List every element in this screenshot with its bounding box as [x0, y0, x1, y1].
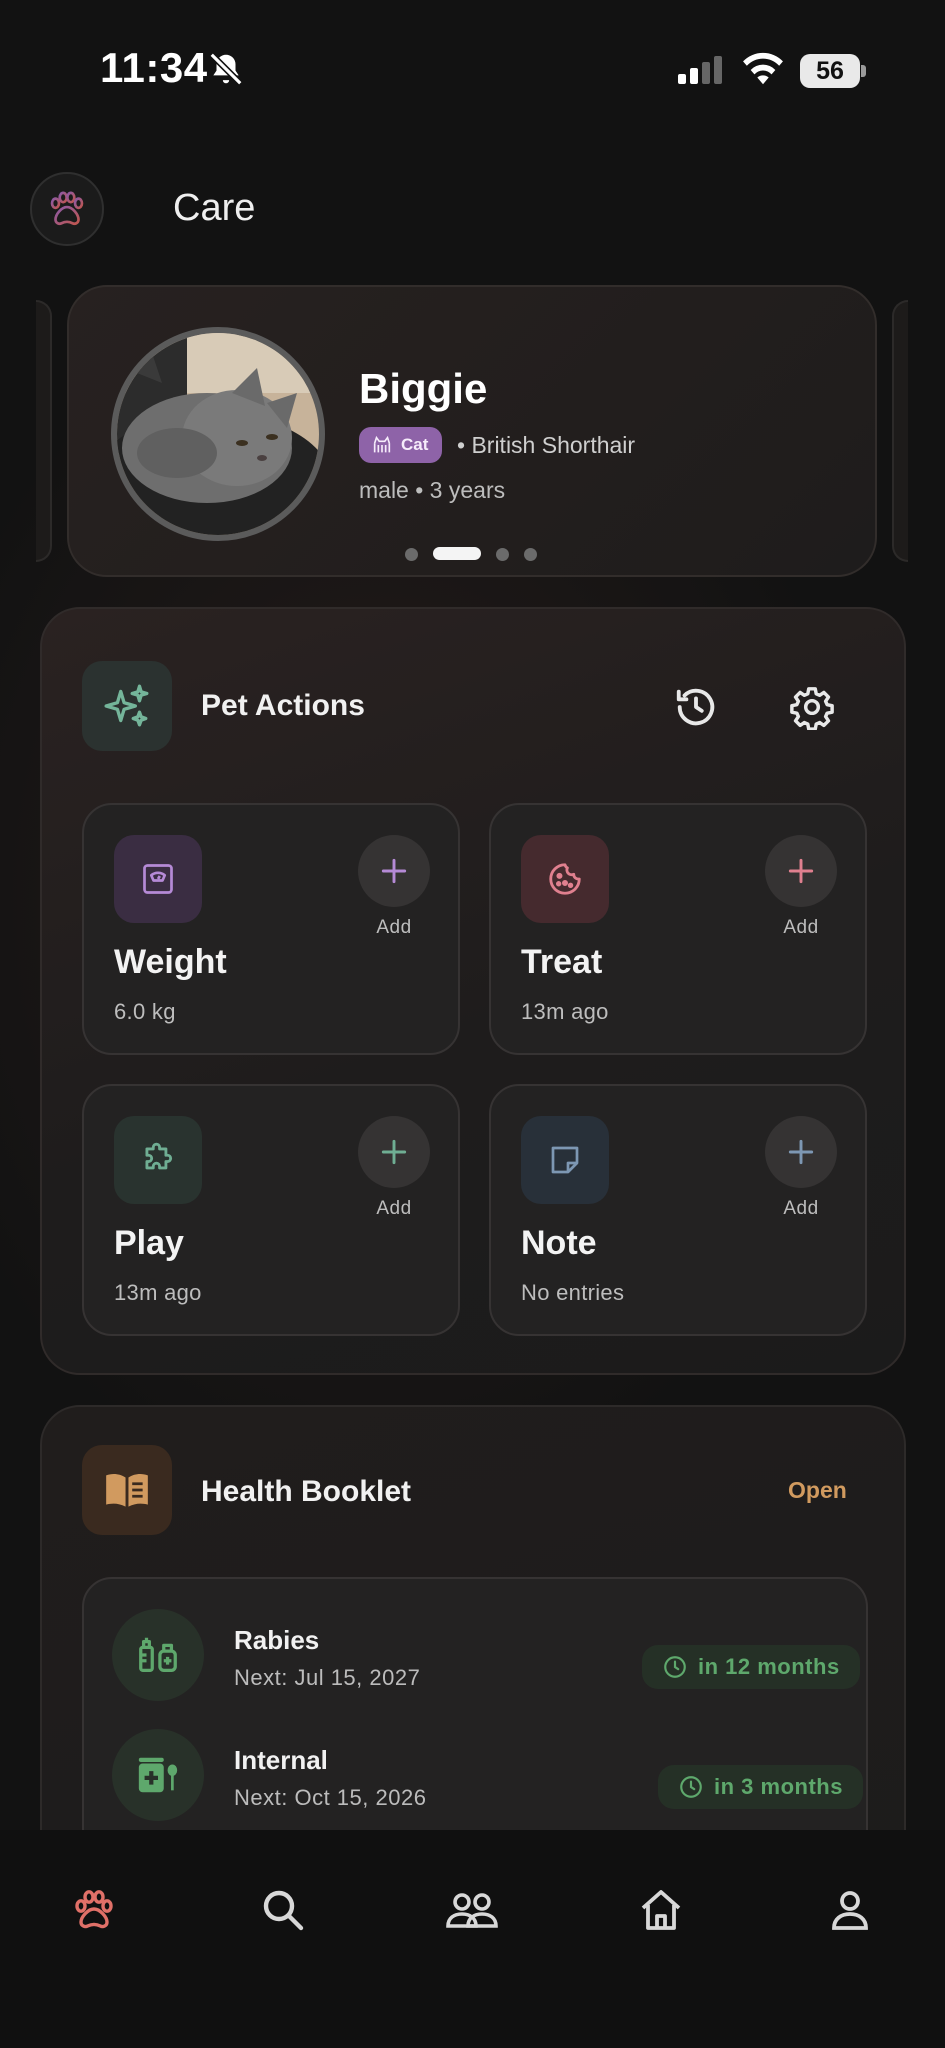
- tile-subtitle: 13m ago: [114, 1280, 202, 1305]
- health-booklet-badge: [82, 1445, 172, 1535]
- tile-title: Note: [521, 1224, 597, 1262]
- search-icon: [263, 1890, 304, 1931]
- medicine-badge: [112, 1729, 204, 1821]
- pet-profile-card[interactable]: Biggie Cat • British Shorthair male • 3 …: [67, 285, 877, 577]
- settings-button[interactable]: [780, 675, 844, 739]
- nav-profile[interactable]: [810, 1870, 890, 1950]
- nav-home[interactable]: [621, 1870, 701, 1950]
- carousel-dot-active[interactable]: [433, 547, 481, 560]
- care-screen: 11:34 56 Care Biggie Cat • British Short…: [0, 0, 945, 2048]
- health-booklet-title: Health Booklet: [201, 1475, 412, 1508]
- history-button[interactable]: [664, 675, 728, 739]
- weight-tile[interactable]: Add Weight 6.0 kg: [82, 803, 460, 1055]
- plus-icon: [381, 1139, 407, 1165]
- due-label: in 12 months: [698, 1654, 840, 1679]
- treat-tile[interactable]: Add Treat 13m ago: [489, 803, 867, 1055]
- note-badge: [521, 1116, 609, 1204]
- pet-actions-badge: [82, 661, 172, 751]
- vaccination-next-date: Next: Jul 15, 2027: [234, 1665, 421, 1690]
- add-treat-button[interactable]: [765, 835, 837, 907]
- battery-level: 56: [816, 57, 844, 85]
- tile-subtitle: 6.0 kg: [114, 999, 176, 1024]
- paw-icon: [75, 1890, 113, 1929]
- status-bar: 11:34 56: [0, 0, 945, 140]
- cellular-signal-icon: [678, 56, 722, 84]
- pet-sex-age: male • 3 years: [359, 477, 506, 503]
- page-title: Care: [173, 187, 256, 229]
- scale-icon: [143, 864, 173, 894]
- carousel-dot[interactable]: [524, 548, 537, 561]
- treat-badge: [521, 835, 609, 923]
- next-pet-card[interactable]: [892, 300, 908, 562]
- tile-subtitle: No entries: [521, 1280, 625, 1305]
- pet-actions-title: Pet Actions: [201, 689, 365, 722]
- vaccination-row-rabies[interactable]: Rabies Next: Jul 15, 2027 in 12 months: [84, 1595, 870, 1705]
- app-logo[interactable]: [30, 172, 104, 246]
- cookie-icon: [549, 863, 581, 895]
- carousel-dot[interactable]: [405, 548, 418, 561]
- species-badge: Cat: [359, 427, 443, 463]
- puzzle-icon: [145, 1142, 173, 1170]
- clock-icon: [664, 1656, 686, 1678]
- note-icon: [551, 1146, 579, 1174]
- plus-icon: [788, 1139, 814, 1165]
- note-tile[interactable]: Add Note No entries: [489, 1084, 867, 1336]
- people-icon: [446, 1893, 498, 1928]
- pet-avatar: [111, 327, 325, 541]
- nav-community[interactable]: [432, 1870, 512, 1950]
- tile-subtitle: 13m ago: [521, 999, 609, 1024]
- bottom-navigation: [0, 1830, 945, 2048]
- pet-breed: • British Shorthair: [457, 432, 636, 458]
- battery-indicator: 56: [800, 54, 866, 88]
- paw-logo-icon: [50, 191, 84, 226]
- open-booklet-link[interactable]: Open: [788, 1477, 847, 1504]
- tile-title: Play: [114, 1224, 184, 1262]
- carousel-indicator: [405, 546, 605, 562]
- carousel-dot[interactable]: [496, 548, 509, 561]
- due-badge: in 12 months: [642, 1645, 860, 1689]
- app-header: Care: [0, 165, 945, 255]
- play-badge: [114, 1116, 202, 1204]
- sparkles-icon: [104, 684, 149, 727]
- profile-icon: [832, 1891, 868, 1930]
- book-icon: [106, 1474, 148, 1507]
- tile-title: Weight: [114, 943, 227, 981]
- add-label: Add: [783, 1198, 819, 1219]
- bell-muted-icon: [209, 52, 243, 86]
- vaccine-icon: [139, 1637, 177, 1672]
- vaccination-next-date: Next: Oct 15, 2026: [234, 1785, 427, 1810]
- pet-actions-panel: Pet Actions Add Weight 6.0 kg Add Treat …: [40, 607, 906, 1375]
- nav-care[interactable]: [54, 1870, 134, 1950]
- previous-pet-card[interactable]: [36, 300, 52, 562]
- gear-icon: [790, 687, 834, 730]
- vaccination-name: Rabies: [234, 1625, 320, 1655]
- add-weight-button[interactable]: [358, 835, 430, 907]
- species-label: Cat: [401, 435, 429, 454]
- nav-search[interactable]: [243, 1870, 323, 1950]
- add-label: Add: [783, 917, 819, 938]
- clock-icon: [680, 1776, 702, 1798]
- add-note-button[interactable]: [765, 1116, 837, 1188]
- pet-photo-image: [117, 333, 319, 535]
- add-play-button[interactable]: [358, 1116, 430, 1188]
- wifi-icon: [743, 52, 783, 85]
- play-tile[interactable]: Add Play 13m ago: [82, 1084, 460, 1336]
- due-label: in 3 months: [714, 1774, 843, 1799]
- vaccine-badge: [112, 1609, 204, 1701]
- pet-name: Biggie: [359, 365, 488, 412]
- weight-badge: [114, 835, 202, 923]
- add-label: Add: [376, 1198, 412, 1219]
- history-icon: [676, 688, 715, 726]
- due-badge: in 3 months: [658, 1765, 863, 1809]
- vaccination-row-internal[interactable]: Internal Next: Oct 15, 2026 in 3 months: [84, 1715, 870, 1825]
- plus-icon: [381, 858, 407, 884]
- cat-icon: [373, 435, 391, 453]
- add-label: Add: [376, 917, 412, 938]
- plus-icon: [788, 858, 814, 884]
- home-icon: [641, 1890, 681, 1930]
- tile-title: Treat: [521, 943, 603, 981]
- status-time: 11:34: [100, 44, 208, 91]
- vaccination-name: Internal: [234, 1745, 328, 1775]
- medicine-icon: [138, 1757, 178, 1793]
